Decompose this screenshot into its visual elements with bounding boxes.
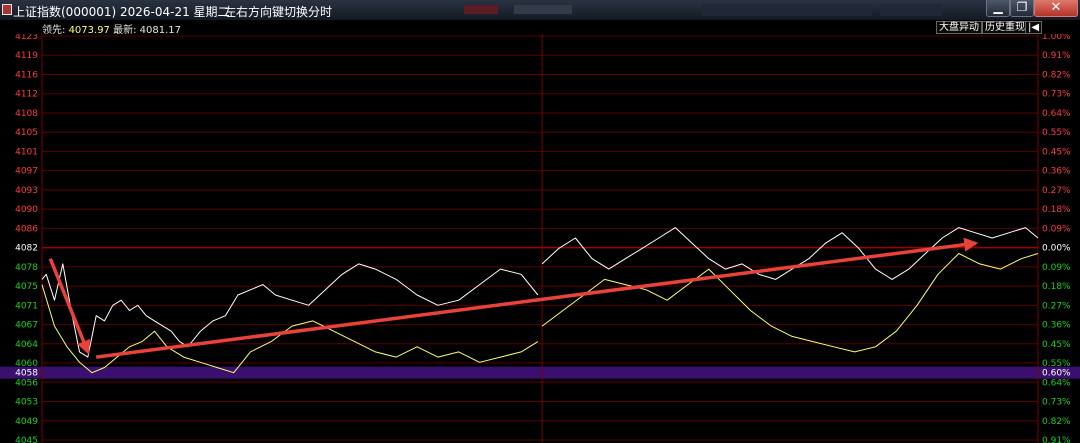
keyboard-hint: 左右方向键切换分时 (224, 5, 333, 19)
y-tick-label: 4086 (15, 224, 38, 234)
close-button[interactable]: ✕ (1034, 0, 1078, 17)
minimize-button[interactable]: ▁ (986, 0, 1010, 17)
pct-tick-label: 0.45% (1042, 340, 1071, 350)
pct-tick-label: 0.91% (1042, 51, 1071, 61)
pct-tick-label: 0.27% (1042, 301, 1071, 311)
y-tick-label: 4105 (15, 128, 38, 138)
pct-tick-label: 1.00% (1042, 34, 1071, 42)
pct-tick-label: 0.82% (1042, 417, 1071, 427)
y-tick-label: 4090 (15, 205, 38, 215)
pct-tick-label: 0.73% (1042, 398, 1071, 408)
y-tick-label: 4053 (15, 398, 38, 408)
market-move-button[interactable]: 大盘异动 (936, 21, 982, 34)
pct-tick-label: 0.45% (1042, 147, 1071, 157)
y-tick-label: 4067 (15, 321, 38, 331)
y-tick-label: 4075 (15, 282, 38, 292)
title-bar: 上证指数(000001) 2026-04-21 星期二 左右方向键切换分时 ▁ … (0, 0, 1080, 20)
y-tick-label: 4064 (15, 340, 38, 350)
pct-tick-label: 0.82% (1042, 70, 1071, 80)
y-tick-label: 4101 (15, 147, 38, 157)
current-price-right-label: 0.60% (1042, 369, 1071, 379)
pct-tick-label: 0.27% (1042, 186, 1071, 196)
history-replay-button[interactable]: 历史重现 (982, 21, 1028, 34)
pct-tick-label: 0.64% (1042, 109, 1071, 119)
y-tick-label: 4093 (15, 186, 38, 196)
pct-tick-label: 0.09% (1042, 224, 1071, 234)
y-tick-label: 4078 (15, 263, 38, 273)
y-tick-label: 4112 (15, 90, 38, 100)
price-line-afternoon (541, 227, 1039, 280)
pct-tick-label: 0.18% (1042, 205, 1071, 215)
pct-tick-label: 0.36% (1042, 321, 1071, 331)
pct-tick-label: 0.55% (1042, 359, 1071, 369)
toolbar-placeholder-4[interactable] (880, 4, 942, 16)
current-price-left-label: 4058 (15, 369, 38, 379)
toolbar-placeholder-2[interactable] (514, 5, 572, 14)
toolbar-placeholder-3[interactable] (702, 4, 872, 16)
y-tick-label: 4071 (15, 301, 38, 311)
y-tick-label: 4108 (15, 109, 38, 119)
trend-arrow-annotation (95, 237, 979, 359)
pct-tick-label: 0.73% (1042, 90, 1071, 100)
intraday-chart[interactable]: 4123 1.00% 4119 0.91% 4116 0.82% 4112 0.73% 4108… (0, 34, 1080, 443)
maximize-button[interactable]: ❐ (1010, 0, 1034, 17)
pct-tick-label: 0.64% (1042, 378, 1071, 388)
app-icon (2, 4, 12, 15)
pct-tick-label: 0.09% (1042, 263, 1071, 273)
current-price-highlight (0, 366, 1080, 379)
y-tick-label: 4116 (15, 70, 38, 80)
pct-tick-label: 0.18% (1042, 282, 1071, 292)
back-to-start-icon[interactable]: |◀ (1025, 21, 1043, 34)
toolbar-placeholder-1[interactable] (464, 5, 498, 14)
pct-tick-label: 0.00% (1042, 244, 1071, 254)
avg-line-morning (41, 284, 539, 374)
pct-tick-label: 0.91% (1042, 436, 1071, 443)
y-tick-label: 4119 (15, 51, 38, 61)
y-tick-label: 4097 (15, 167, 38, 177)
pct-tick-label: 0.36% (1042, 167, 1071, 177)
y-tick-label: 4045 (15, 436, 38, 443)
y-tick-label: 4056 (15, 378, 38, 388)
window-title: 上证指数(000001) 2026-04-21 星期二 (13, 5, 230, 19)
y-tick-label: 4082 (15, 244, 38, 254)
info-bar: 领先: 4073.97 最新: 4081.17 大盘异动 历史重现 |◀ (0, 20, 1080, 36)
pct-tick-label: 0.55% (1042, 128, 1071, 138)
y-tick-label: 4049 (15, 417, 38, 427)
y-tick-label: 4060 (15, 359, 38, 369)
y-tick-label: 4123 (15, 34, 38, 42)
